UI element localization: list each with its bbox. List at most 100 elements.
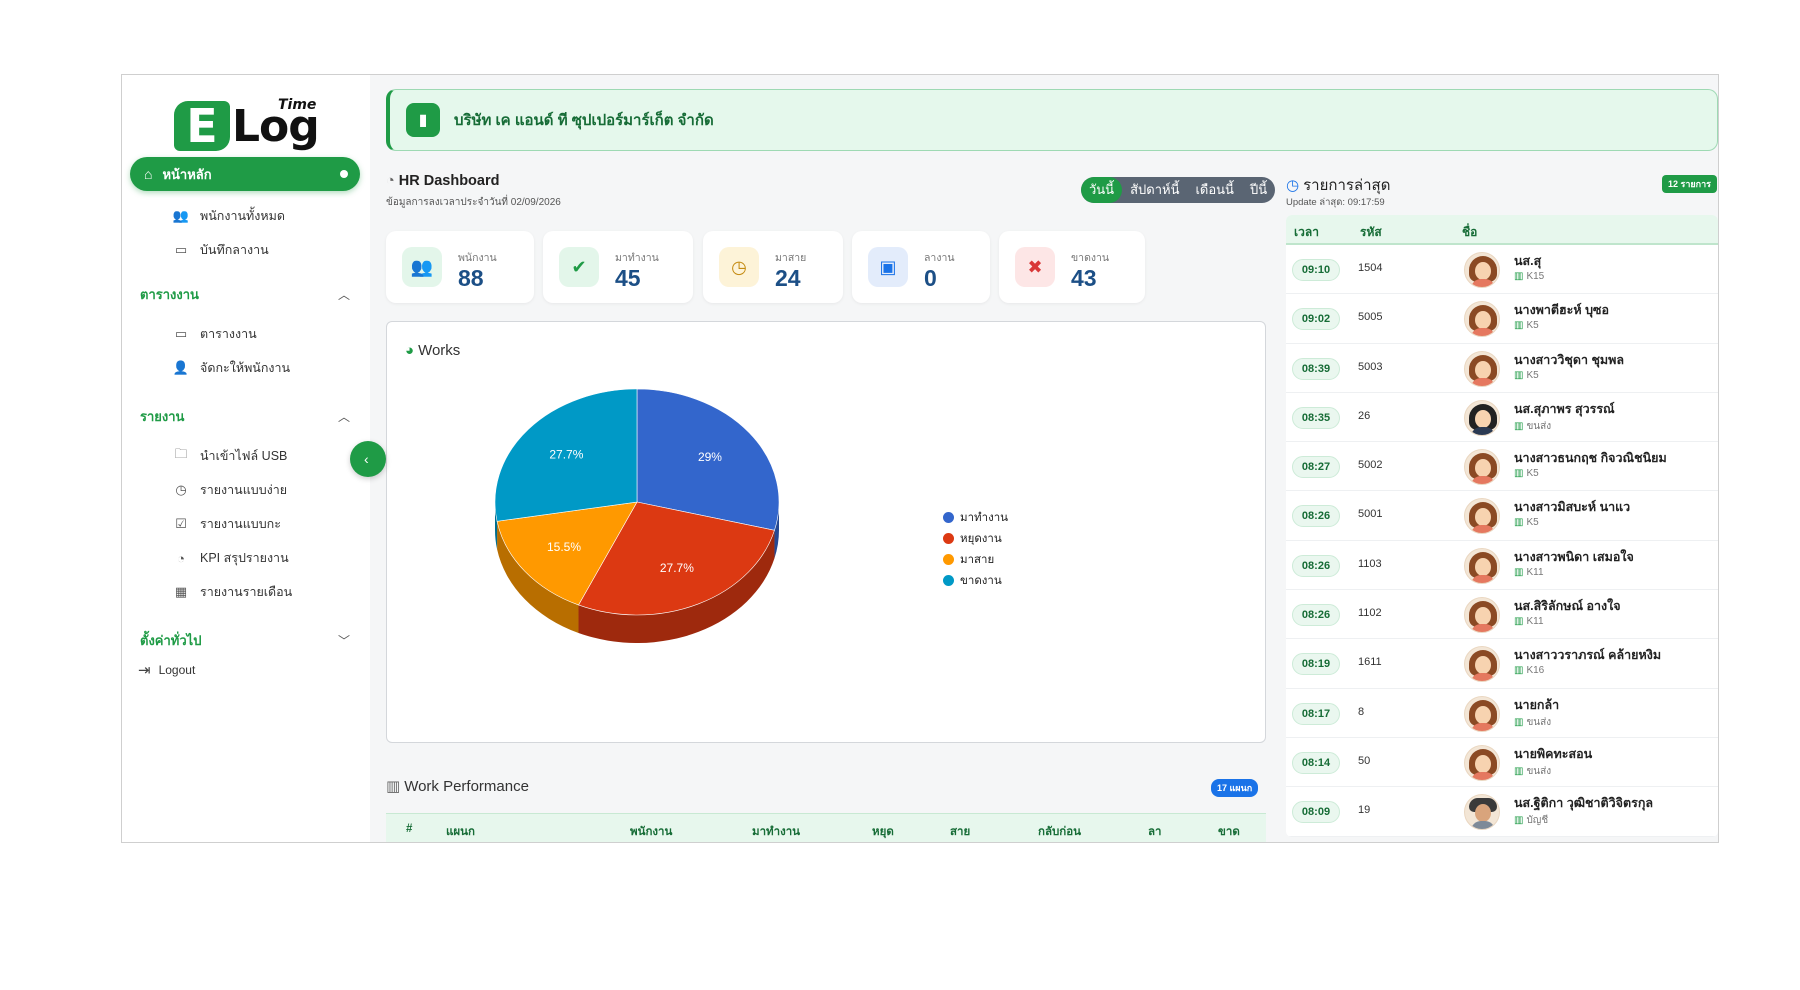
- logout-icon: ⇥: [138, 662, 151, 679]
- stat-label: ลางาน: [924, 252, 955, 264]
- gauge-icon: ◔: [177, 550, 185, 566]
- logo-sup: Time: [278, 97, 317, 113]
- sidebar-item-simple-report[interactable]: ◷ รายงานแบบง่าย: [172, 479, 287, 501]
- legend-item[interactable]: มาทำงาน: [943, 507, 1008, 528]
- column-header[interactable]: มาทำงาน: [752, 823, 800, 841]
- department-label: K5: [1526, 517, 1539, 529]
- department-label: ขนส่ง: [1526, 765, 1552, 777]
- stat-value: 43: [1071, 265, 1097, 291]
- works-chart-card: ◕ Works 29% 27.7% 15.5% 27.7% มาทำงาน หยุดงาน…: [386, 321, 1266, 743]
- sidebar-item-monthly-report[interactable]: ▦ รายงานรายเดือน: [172, 581, 292, 603]
- logo-letter: E: [174, 101, 230, 151]
- stat-value: 24: [775, 265, 801, 291]
- employee-name: นส.สิริลักษณ์ อางใจ: [1514, 599, 1621, 614]
- legend-swatch: [943, 575, 954, 586]
- sidebar-collapse-button[interactable]: ‹: [350, 441, 386, 477]
- table-row[interactable]: 08:26 1103 นางสาวพนิดา เสมอใจ ▥ K11: [1286, 541, 1718, 591]
- period-month-button[interactable]: เดือนนี้: [1187, 177, 1241, 203]
- sidebar-section-schedule[interactable]: ตารางงาน ︿: [140, 283, 350, 305]
- avatar: [1464, 350, 1500, 387]
- employee-name: นส.สุภาพร สุวรรณ์: [1514, 401, 1615, 416]
- app-logo[interactable]: E Log Time: [174, 97, 320, 153]
- stat-card-employees[interactable]: 👥 พนักงาน 88: [386, 231, 534, 303]
- table-row[interactable]: 08:09 19 นส.ฐิติกา วุฒิชาติวิจิตรกุล ▥ บัญชี: [1286, 787, 1718, 837]
- user-plus-icon: 👤: [172, 360, 190, 375]
- section-label: รายงาน: [140, 408, 185, 424]
- legend-swatch: [943, 554, 954, 565]
- employee-code: 5002: [1358, 459, 1383, 472]
- table-row[interactable]: 08:17 8 นายกล้า ▥ ขนส่ง: [1286, 689, 1718, 738]
- recent-count-badge: 12 รายการ: [1662, 175, 1718, 193]
- stat-value: 45: [615, 265, 641, 291]
- employee-code: 26: [1358, 409, 1371, 422]
- period-today-button[interactable]: วันนี้: [1081, 177, 1123, 203]
- stat-card-leave[interactable]: ▣ ลางาน 0: [852, 231, 990, 303]
- sidebar-section-report[interactable]: รายงาน ︿: [140, 405, 350, 427]
- time-badge: 08:19: [1292, 653, 1340, 676]
- column-header[interactable]: ลา: [1148, 823, 1162, 841]
- table-row[interactable]: 08:14 50 นายพิคทะสอน ▥ ขนส่ง: [1286, 738, 1718, 788]
- employee-department: ▥ ขนส่ง: [1514, 715, 1551, 730]
- employee-department: ▥ K5: [1514, 468, 1539, 479]
- sidebar-item-label: บันทึกลางาน: [200, 243, 269, 257]
- column-header[interactable]: ขาด: [1218, 823, 1240, 841]
- column-header[interactable]: สาย: [950, 823, 970, 841]
- table-row[interactable]: 08:39 5003 นางสาววิชุดา ชุมพล ▥ K5: [1286, 344, 1718, 393]
- employee-name: นางสาววราภรณ์ คล้ายหงิม: [1514, 648, 1662, 663]
- column-header[interactable]: รหัส: [1360, 223, 1382, 242]
- building-icon: ▥: [1514, 369, 1524, 381]
- dashboard-title: ◔ HR Dashboard: [386, 173, 499, 189]
- table-row[interactable]: 08:26 5001 นางสาวมิสบะห์ นาแว ▥ K5: [1286, 491, 1718, 541]
- stat-card-present[interactable]: ✔ มาทำงาน 45: [543, 231, 693, 303]
- section-label: ตารางงาน: [140, 286, 199, 302]
- sidebar-item-label: พนักงานทั้งหมด: [200, 209, 285, 223]
- column-header[interactable]: พนักงาน: [630, 823, 672, 841]
- stat-card-late[interactable]: ◷ มาสาย 24: [703, 231, 843, 303]
- column-header[interactable]: กลับก่อน: [1038, 823, 1081, 841]
- main-content: ▮ บริษัท เค แอนด์ ที ซุปเปอร์มาร์เก็ต จำ…: [370, 75, 1718, 842]
- sidebar-item-label: นำเข้าไฟล์ USB: [200, 449, 288, 463]
- legend-item[interactable]: ขาดงาน: [943, 570, 1008, 591]
- period-year-button[interactable]: ปีนี้: [1242, 177, 1275, 203]
- column-header[interactable]: เวลา: [1294, 223, 1319, 242]
- employee-name: นส.ฐิติกา วุฒิชาติวิจิตรกุล: [1514, 796, 1654, 811]
- avatar: [1464, 744, 1500, 781]
- table-row[interactable]: 08:26 1102 นส.สิริลักษณ์ อางใจ ▥ K11: [1286, 590, 1718, 640]
- table-row[interactable]: 08:35 26 นส.สุภาพร สุวรรณ์ ▥ ขนส่ง: [1286, 393, 1718, 443]
- clock-icon: ◷: [1286, 177, 1300, 194]
- table-row[interactable]: 08:27 5002 นางสาวธนกฤช กิจวณิชนิยม ▥ K5: [1286, 442, 1718, 492]
- logout-button[interactable]: ⇥ Logout: [138, 661, 195, 679]
- period-week-button[interactable]: สัปดาห์นี้: [1122, 177, 1187, 203]
- table-row[interactable]: 09:02 5005 นางพาตีฮะห์ บุซอ ▥ K5: [1286, 294, 1718, 344]
- stat-card-absent[interactable]: ✖ ขาดงาน 43: [999, 231, 1145, 303]
- sidebar-item-kpi-report[interactable]: ◔ KPI สรุปรายงาน: [172, 547, 289, 569]
- sidebar-item-assign-shift[interactable]: 👤 จัดกะให้พนักงาน: [172, 357, 290, 379]
- sidebar-item-import-usb[interactable]: 🗀 นำเข้าไฟล์ USB: [172, 445, 287, 467]
- sidebar: E Log Time ⌂ หน้าหลัก 👥 พนักงานทั้งหมด ▭…: [122, 75, 370, 842]
- calendar-check-icon: ☑: [175, 516, 187, 531]
- column-header[interactable]: แผนก: [446, 823, 475, 841]
- employee-name: นางสาวพนิดา เสมอใจ: [1514, 549, 1634, 564]
- avatar: [1464, 252, 1500, 288]
- sidebar-item-home[interactable]: ⌂ หน้าหลัก: [130, 157, 360, 191]
- building-icon: ▥: [1514, 716, 1524, 728]
- sidebar-item-shift-report[interactable]: ☑ รายงานแบบกะ: [172, 513, 281, 535]
- section-label: ตั้งค่าทั่วไป: [140, 632, 202, 648]
- app-window: E Log Time ⌂ หน้าหลัก 👥 พนักงานทั้งหมด ▭…: [121, 74, 1719, 843]
- sidebar-item-schedule[interactable]: ▭ ตารางงาน: [172, 323, 257, 345]
- column-header[interactable]: #: [406, 823, 412, 835]
- building-icon: ▮: [406, 103, 440, 137]
- column-header[interactable]: หยุด: [872, 823, 894, 841]
- legend-item[interactable]: หยุดงาน: [943, 528, 1008, 549]
- sidebar-item-leave-record[interactable]: ▭ บันทึกลางาน: [172, 239, 269, 261]
- legend-item[interactable]: มาสาย: [943, 549, 1008, 570]
- department-label: บัญชี: [1526, 815, 1549, 827]
- table-row[interactable]: 09:10 1504 นส.สุ ▥ K15: [1286, 245, 1718, 295]
- column-header[interactable]: ชื่อ: [1462, 223, 1477, 242]
- recent-update-time: Update ล่าสุด: 09:17:59: [1286, 197, 1385, 208]
- sidebar-section-settings[interactable]: ตั้งค่าทั่วไป ﹀: [140, 629, 350, 651]
- sidebar-item-label: รายงานแบบกะ: [200, 517, 281, 531]
- avatar: [1464, 695, 1500, 732]
- sidebar-item-all-employees[interactable]: 👥 พนักงานทั้งหมด: [172, 205, 285, 227]
- table-row[interactable]: 08:19 1611 นางสาววราภรณ์ คล้ายหงิม ▥ K16: [1286, 639, 1718, 689]
